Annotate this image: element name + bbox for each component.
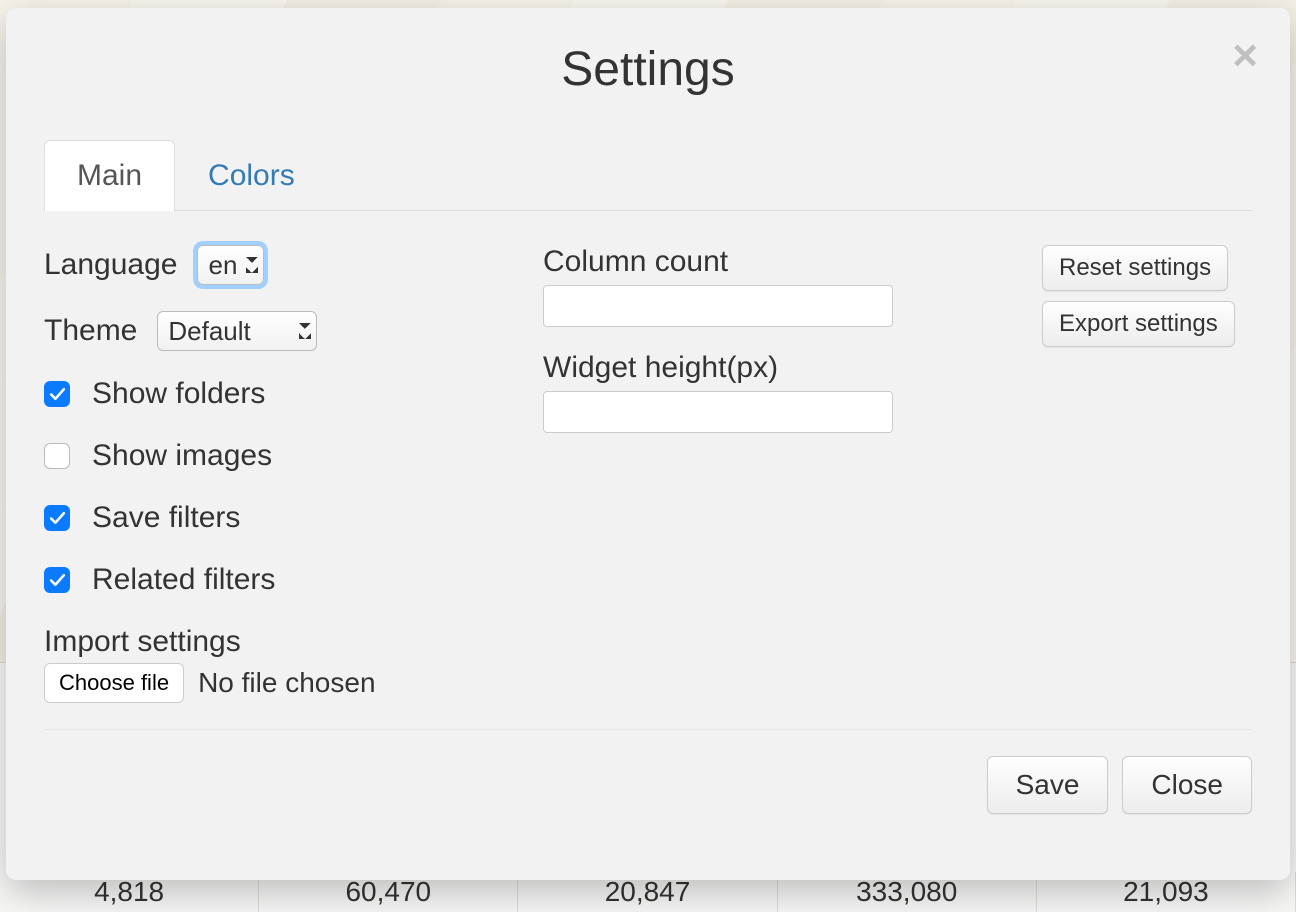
widget-height-label: Widget height(px) [543, 351, 1002, 385]
tab-main[interactable]: Main [44, 140, 175, 211]
show-images-label: Show images [92, 439, 272, 473]
show-images-checkbox[interactable] [44, 443, 70, 469]
close-icon[interactable]: × [1232, 34, 1258, 78]
save-filters-checkbox[interactable] [44, 505, 70, 531]
settings-dialog: × Settings Main Colors Language en Theme… [6, 8, 1290, 880]
column-count-label: Column count [543, 245, 1002, 279]
dialog-title: Settings [44, 42, 1252, 97]
middle-column: Column count Widget height(px) [543, 245, 1002, 703]
language-select[interactable]: en [197, 245, 264, 285]
export-settings-button[interactable]: Export settings [1042, 301, 1235, 347]
dialog-footer: Save Close [44, 756, 1252, 824]
language-label: Language [44, 248, 177, 282]
left-column: Language en Theme Default Show folders [44, 245, 503, 703]
import-settings-label: Import settings [44, 625, 241, 658]
save-button[interactable]: Save [987, 756, 1109, 814]
theme-select[interactable]: Default [157, 311, 317, 351]
save-filters-label: Save filters [92, 501, 240, 535]
related-filters-checkbox[interactable] [44, 567, 70, 593]
tab-colors[interactable]: Colors [175, 140, 328, 211]
choose-file-button[interactable]: Choose file [44, 663, 184, 703]
related-filters-label: Related filters [92, 563, 275, 597]
theme-label: Theme [44, 314, 137, 348]
file-status: No file chosen [198, 667, 375, 699]
widget-height-input[interactable] [543, 391, 893, 433]
reset-settings-button[interactable]: Reset settings [1042, 245, 1228, 291]
close-button[interactable]: Close [1122, 756, 1252, 814]
main-panel: Language en Theme Default Show folders [44, 211, 1252, 703]
show-folders-checkbox[interactable] [44, 381, 70, 407]
separator [44, 729, 1252, 730]
tab-bar: Main Colors [44, 139, 1252, 211]
right-column: Reset settings Export settings [1042, 245, 1252, 703]
show-folders-label: Show folders [92, 377, 265, 411]
column-count-input[interactable] [543, 285, 893, 327]
